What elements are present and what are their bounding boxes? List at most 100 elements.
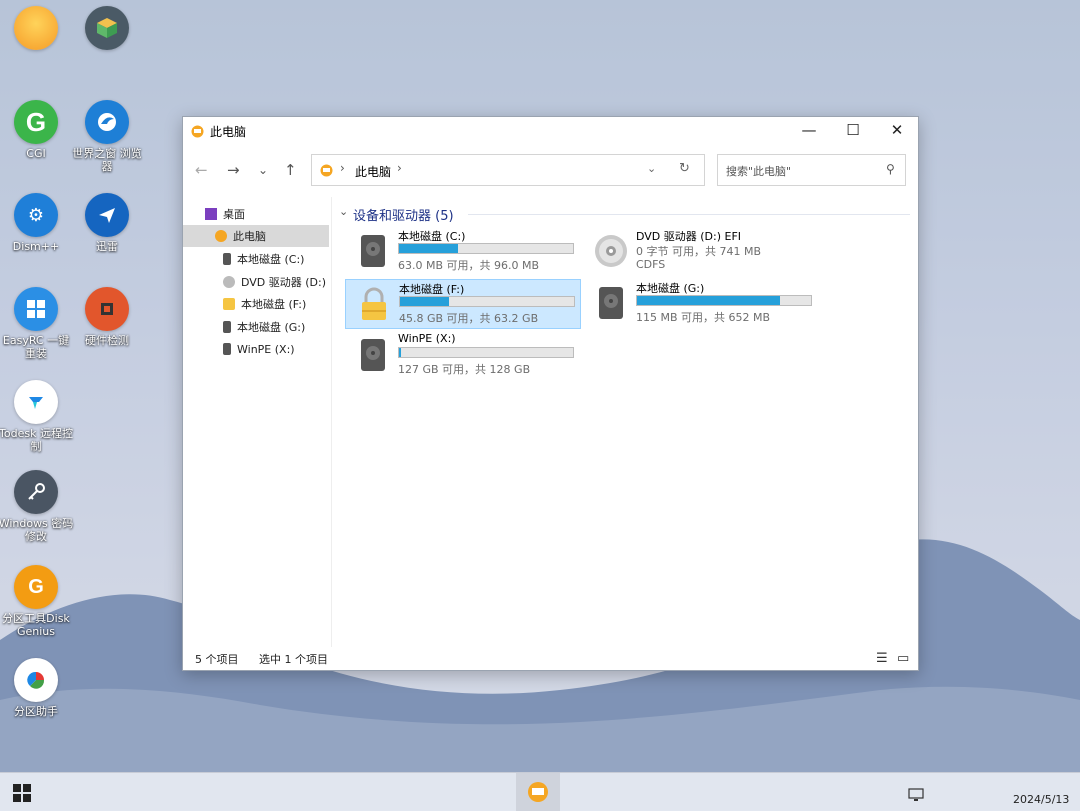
lock-icon <box>362 287 386 320</box>
drive-name: 本地磁盘 (G:) <box>636 282 705 295</box>
sidebar-item-drive-g[interactable]: 本地磁盘 (G:) <box>183 316 329 338</box>
sidebar-item-drive-f[interactable]: 本地磁盘 (F:) <box>183 293 329 315</box>
drive-tile-d[interactable]: DVD 驱动器 (D:) EFI 0 字节 可用，共 741 MB CDFS <box>583 227 817 275</box>
this-pc-icon <box>528 782 548 802</box>
sidebar-item-desktop[interactable]: 桌面 <box>183 203 329 225</box>
close-button[interactable]: ✕ <box>877 117 917 143</box>
sidebar-item-drive-d[interactable]: DVD 驱动器 (D:) <box>183 271 329 293</box>
breadcrumb[interactable]: 此电脑 <box>355 163 391 180</box>
sidebar-item-label: 桌面 <box>223 208 245 221</box>
usage-bar <box>399 296 575 307</box>
sidebar-item-label: 本地磁盘 (G:) <box>237 321 306 334</box>
sun-icon <box>14 6 58 50</box>
search-input[interactable]: 搜索"此电脑" ⚲ <box>717 154 906 186</box>
window-title: 此电脑 <box>210 125 247 139</box>
hard-disk-icon <box>361 339 385 371</box>
selection-count: 选中 1 个项目 <box>259 653 328 666</box>
breadcrumb-separator-icon: › <box>340 161 345 175</box>
windows-logo-icon <box>14 287 58 331</box>
up-button[interactable]: ↑ <box>284 161 297 179</box>
network-icon[interactable] <box>908 787 924 806</box>
sidebar-item-label: 本地磁盘 (C:) <box>237 253 305 266</box>
drive-name: DVD 驱动器 (D:) EFI <box>636 230 742 243</box>
bird-icon <box>85 193 129 237</box>
start-button[interactable] <box>12 783 32 807</box>
hard-disk-icon <box>361 235 385 267</box>
back-button[interactable]: ← <box>195 161 208 179</box>
desktop-icon-xunlei[interactable]: 迅雷 <box>69 193 145 253</box>
drive-usage: 127 GB 可用，共 128 GB <box>398 363 531 376</box>
title-bar[interactable]: 此电脑 — ☐ ✕ <box>183 117 918 145</box>
desktop-icon-cgi[interactable]: G CGI <box>0 100 74 160</box>
drive-tile-g[interactable]: 本地磁盘 (G:) 115 MB 可用，共 652 MB <box>583 279 817 327</box>
usage-fill <box>637 296 780 305</box>
drive-name: 本地磁盘 (C:) <box>398 230 466 243</box>
gears-icon: ⚙ <box>14 193 58 237</box>
todesk-icon <box>14 380 58 424</box>
dvd-icon <box>595 235 627 267</box>
desktop-folder-icon <box>205 208 217 220</box>
drive-tile-f[interactable]: 本地磁盘 (F:) 45.8 GB 可用，共 63.2 GB <box>345 279 581 329</box>
pane-divider[interactable] <box>331 197 332 647</box>
sidebar-item-label: 此电脑 <box>233 230 266 243</box>
usage-fill <box>399 348 401 357</box>
pie-icon <box>14 658 58 702</box>
search-icon[interactable]: ⚲ <box>886 162 895 176</box>
hard-disk-icon <box>223 321 231 333</box>
drive-name: WinPE (X:) <box>398 332 456 345</box>
details-view-icon[interactable]: ☰ <box>876 651 888 666</box>
sidebar-item-drive-c[interactable]: 本地磁盘 (C:) <box>183 248 329 270</box>
desktop-icon-diskgenius[interactable]: G 分区工具DiskGenius <box>0 565 74 638</box>
explorer-window: 此电脑 — ☐ ✕ ← → ⌄ ↑ › 此电脑 › ⌄ ↻ 搜索"此电脑" ⚲ … <box>182 116 919 671</box>
desktop-icon-this-pc[interactable] <box>0 6 74 53</box>
navigation-bar: ← → ⌄ ↑ › 此电脑 › ⌄ ↻ 搜索"此电脑" ⚲ <box>183 153 918 187</box>
collapse-chevron-icon[interactable]: ⌄ <box>339 205 348 218</box>
desktop-icon-password[interactable]: Windows 密码修改 <box>0 470 74 543</box>
group-header[interactable]: 设备和驱动器 (5) <box>353 205 454 224</box>
desktop-icon-easyrc[interactable]: EasyRC 一键重装 <box>0 287 74 360</box>
drive-name: 本地磁盘 (F:) <box>399 283 465 296</box>
usage-fill <box>399 244 459 253</box>
search-placeholder: 搜索"此电脑" <box>726 165 792 178</box>
diskgenius-icon: G <box>14 565 58 609</box>
taskbar-explorer-button[interactable] <box>516 773 560 811</box>
this-pc-icon <box>215 230 227 242</box>
hard-disk-icon <box>223 253 231 265</box>
address-bar[interactable]: › 此电脑 › ⌄ ↻ <box>311 154 705 186</box>
desktop-icon-todesk[interactable]: Todesk 远程控制 <box>0 380 74 453</box>
desktop-icon-dism[interactable]: ⚙ Dism++ <box>0 193 74 253</box>
hard-disk-icon <box>599 287 623 319</box>
breadcrumb-chevron-icon[interactable]: › <box>397 161 402 175</box>
desktop-icon-partition-assistant[interactable]: 分区助手 <box>0 658 74 718</box>
usage-bar <box>636 295 812 306</box>
sidebar-item-drive-x[interactable]: WinPE (X:) <box>183 338 329 360</box>
this-pc-icon <box>191 123 204 142</box>
usage-bar <box>398 243 574 254</box>
usage-fill <box>400 297 449 306</box>
desktop-icon-package[interactable] <box>69 6 145 53</box>
box-icon <box>85 6 129 50</box>
item-count: 5 个项目 <box>195 653 239 666</box>
dvd-icon <box>223 276 235 288</box>
desktop-icon-hardware[interactable]: 硬件检测 <box>69 287 145 347</box>
drive-usage: 0 字节 可用，共 741 MB <box>636 245 762 258</box>
navigation-pane: 桌面 此电脑 本地磁盘 (C:) DVD 驱动器 (D:) 本地磁盘 (F:) … <box>183 203 331 643</box>
lock-icon <box>223 298 235 310</box>
desktop-icon-browser[interactable]: 世界之窗 浏览器 <box>69 100 145 173</box>
drive-usage: 45.8 GB 可用，共 63.2 GB <box>399 312 539 325</box>
maximize-button[interactable]: ☐ <box>833 117 873 143</box>
tiles-view-icon[interactable]: ▭ <box>897 651 909 666</box>
address-dropdown-icon[interactable]: ⌄ <box>647 162 656 175</box>
drive-tile-x[interactable]: WinPE (X:) 127 GB 可用，共 128 GB <box>345 331 579 379</box>
drive-tile-c[interactable]: 本地磁盘 (C:) 63.0 MB 可用，共 96.0 MB <box>345 227 579 275</box>
windows-logo-icon <box>13 784 31 802</box>
sidebar-item-this-pc[interactable]: 此电脑 <box>183 225 329 247</box>
minimize-button[interactable]: — <box>789 117 829 143</box>
taskbar: 2024/5/13 <box>0 772 1080 811</box>
forward-button[interactable]: → <box>227 161 240 179</box>
recent-locations-button[interactable]: ⌄ <box>258 163 268 177</box>
cgi-g-icon: G <box>14 100 58 144</box>
clock-date[interactable]: 2024/5/13 <box>1013 793 1069 806</box>
sidebar-item-label: 本地磁盘 (F:) <box>241 298 307 311</box>
refresh-icon[interactable]: ↻ <box>679 161 690 176</box>
